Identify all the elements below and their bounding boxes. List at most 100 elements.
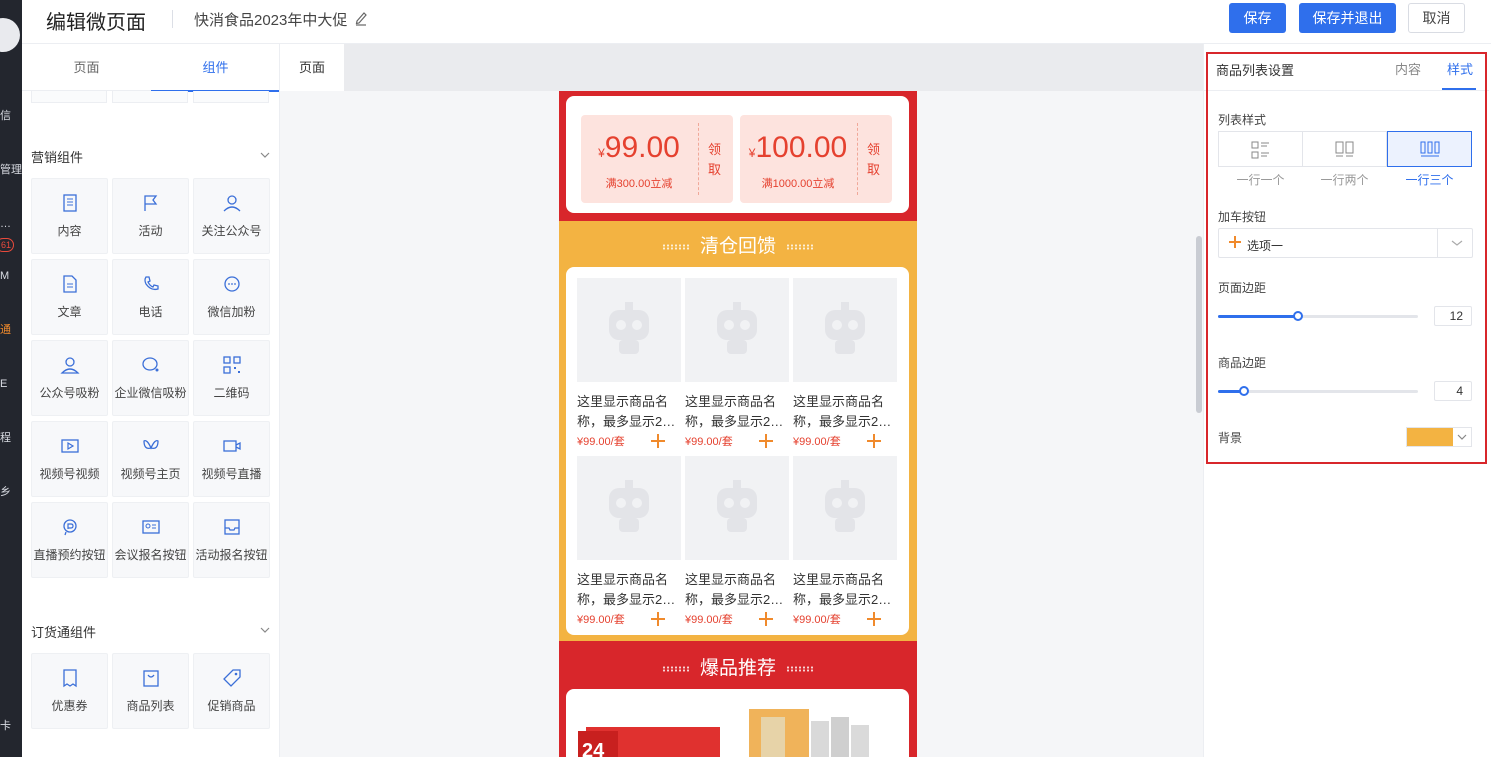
robot-placeholder-icon <box>717 302 757 354</box>
component-channels-home[interactable]: 视频号主页 <box>112 421 189 497</box>
product-price: ¥99.00/套 <box>685 614 733 626</box>
add-to-cart-icon[interactable] <box>757 610 775 628</box>
product-name: 这里显示商品名称，最多显示2… <box>793 572 892 607</box>
nav-item[interactable]: 乡 <box>0 486 11 498</box>
component-activity[interactable]: 活动 <box>112 178 189 254</box>
tab-canvas-page[interactable]: 页面 <box>280 44 344 91</box>
group-title-marketing[interactable]: 营销组件 <box>31 147 83 166</box>
component-wecom-attract[interactable]: 企业微信吸粉 <box>112 340 189 416</box>
component-activity-signup-button[interactable]: 活动报名按钮 <box>193 502 270 578</box>
component-channels-video[interactable]: 视频号视频 <box>31 421 108 497</box>
component-product-list[interactable]: 商品列表 <box>112 653 189 729</box>
group-title-ordering[interactable]: 订货通组件 <box>31 622 96 641</box>
app-nav-rail: 信 管理 … 61 M 通 E 程 乡 卡 <box>0 0 22 757</box>
shopping-bag-icon <box>143 670 159 687</box>
product-name: 这里显示商品名称，最多显示2… <box>577 572 676 607</box>
coupon-section[interactable]: ¥99.00 满300.00立减 领取 ¥100.00 满1000.00立减 领… <box>559 91 917 221</box>
component-tile[interactable] <box>31 91 107 103</box>
save-and-exit-button[interactable]: 保存并退出 <box>1299 3 1396 33</box>
product-price: ¥99.00/套 <box>685 436 733 448</box>
component-label: 会议报名按钮 <box>114 548 187 562</box>
coupon-item[interactable]: ¥100.00 满1000.00立减 领取 <box>740 115 892 203</box>
component-phone[interactable]: 电话 <box>112 259 189 335</box>
coupon-claim[interactable]: 领取 <box>708 140 722 180</box>
component-panel-tabs: 页面 组件 <box>22 44 279 92</box>
component-promo-products[interactable]: 促销商品 <box>193 653 270 729</box>
product-image-placeholder <box>577 456 681 560</box>
tab-page[interactable]: 页面 <box>22 44 151 91</box>
inbox-icon <box>224 519 240 535</box>
component-coupon[interactable]: 优惠券 <box>31 653 108 729</box>
notification-badge: 61 <box>0 238 14 252</box>
component-channels-live[interactable]: 视频号直播 <box>193 421 270 497</box>
product-list-section[interactable]: 清仓回馈 这里显示商品名称，最多显示2… ¥99.00/套 这里显示商品名称，最多显… <box>559 221 917 641</box>
component-label: 视频号视频 <box>39 467 100 481</box>
editor-canvas: 页面 ¥99.00 满300.00立减 领取 ¥100.00 满1000.00立… <box>280 44 1203 757</box>
add-to-cart-icon[interactable] <box>649 610 667 628</box>
title-decoration <box>661 243 690 250</box>
component-official-account-attract[interactable]: 公众号吸粉 <box>31 340 108 416</box>
coupon-amount: ¥99.00 <box>598 131 680 164</box>
component-live-reserve-button[interactable]: 直播预约按钮 <box>31 502 108 578</box>
add-to-cart-icon[interactable] <box>865 610 883 628</box>
product-image-placeholder <box>685 456 789 560</box>
add-to-cart-icon[interactable] <box>865 432 883 450</box>
nav-item[interactable]: M <box>0 270 9 282</box>
cancel-button[interactable]: 取消 <box>1408 3 1465 33</box>
nav-item[interactable]: 管理 <box>0 164 22 176</box>
component-follow-official-account[interactable]: 关注公众号 <box>193 178 270 254</box>
user-follow-icon <box>223 195 241 212</box>
component-label: 活动报名按钮 <box>195 548 268 562</box>
product-image-placeholder <box>685 278 789 382</box>
svg-text:24: 24 <box>582 740 605 757</box>
chevron-down-icon[interactable] <box>260 625 270 635</box>
component-tile[interactable] <box>112 91 188 103</box>
selection-highlight <box>1206 52 1487 464</box>
component-meeting-signup-button[interactable]: 会议报名按钮 <box>112 502 189 578</box>
live-reserve-icon <box>63 519 77 536</box>
component-label: 活动 <box>138 224 163 238</box>
nav-item[interactable]: 信 <box>0 110 11 122</box>
nav-item[interactable]: 卡 <box>0 720 11 732</box>
coupon-icon <box>63 669 77 688</box>
product-image <box>749 709 869 757</box>
component-qrcode[interactable]: 二维码 <box>193 340 270 416</box>
tab-components[interactable]: 组件 <box>151 44 279 92</box>
component-label: 微信加粉 <box>207 305 256 319</box>
product-name: 这里显示商品名称，最多显示2… <box>793 394 892 429</box>
coupon-claim[interactable]: 领取 <box>867 140 881 180</box>
avatar[interactable] <box>0 18 20 52</box>
component-label: 关注公众号 <box>201 224 262 238</box>
flag-icon <box>144 195 158 211</box>
product-image-placeholder <box>793 456 897 560</box>
product-grid: 这里显示商品名称，最多显示2… ¥99.00/套 这里显示商品名称，最多显示2… ¥9… <box>566 267 909 635</box>
component-tile[interactable] <box>193 91 269 103</box>
add-to-cart-icon[interactable] <box>649 432 667 450</box>
component-label: 商品列表 <box>126 699 175 713</box>
component-article[interactable]: 文章 <box>31 259 108 335</box>
robot-placeholder-icon <box>825 480 865 532</box>
tag-icon <box>223 669 241 687</box>
phone-preview: ¥99.00 满300.00立减 领取 ¥100.00 满1000.00立减 领… <box>559 91 917 757</box>
add-to-cart-icon[interactable] <box>757 432 775 450</box>
nav-item-active[interactable]: 通 <box>0 324 11 336</box>
component-wechat-add-fans[interactable]: 微信加粉 <box>193 259 270 335</box>
chevron-down-icon[interactable] <box>260 150 270 160</box>
page-header: 编辑微页面 快消食品2023年中大促 保存 保存并退出 取消 <box>22 0 1491 44</box>
coupon-item[interactable]: ¥99.00 满300.00立减 领取 <box>581 115 733 203</box>
component-content[interactable]: 内容 <box>31 178 108 254</box>
wecom-icon <box>142 357 159 372</box>
nav-item[interactable]: … <box>0 218 11 230</box>
robot-placeholder-icon <box>717 480 757 532</box>
product-name: 这里显示商品名称，最多显示2… <box>685 572 784 607</box>
micro-page-name: 快消食品2023年中大促 <box>194 12 348 29</box>
edit-pencil-icon[interactable] <box>354 10 368 26</box>
nav-item[interactable]: 程 <box>0 432 11 444</box>
hot-products-section[interactable]: 爆品推荐 24 <box>559 641 917 757</box>
component-label: 促销商品 <box>207 699 256 713</box>
title-decoration <box>786 665 814 672</box>
canvas-scrollbar[interactable] <box>1196 236 1202 413</box>
save-button[interactable]: 保存 <box>1229 3 1286 33</box>
channels-icon <box>143 440 159 450</box>
nav-item[interactable]: E <box>0 378 7 390</box>
